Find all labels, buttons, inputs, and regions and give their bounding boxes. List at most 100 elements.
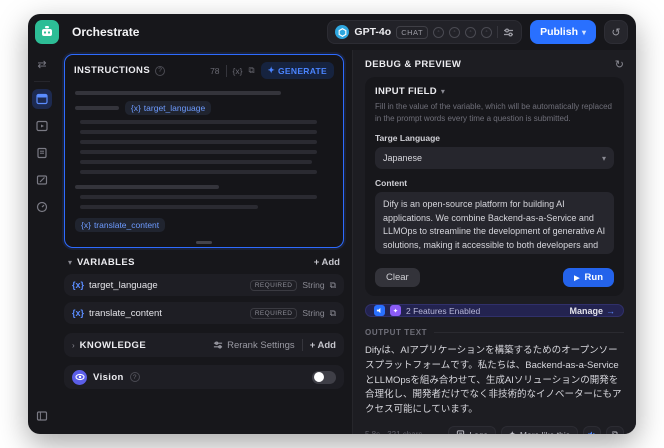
top-bar: Orchestrate GPT-4o CHAT ◦ ◦ ◦ ◦ Publish …	[28, 14, 636, 50]
text-to-speech-button[interactable]	[583, 425, 601, 434]
model-name: GPT-4o	[354, 26, 392, 38]
features-enabled-bar: ✦ 2 Features Enabled Manage →	[365, 304, 624, 318]
sidebar-item-orchestrate[interactable]	[32, 89, 52, 109]
capability-icon-4: ◦	[481, 26, 493, 38]
add-variable-button[interactable]: + Add	[314, 257, 340, 268]
add-knowledge-button[interactable]: + Add	[310, 340, 336, 351]
more-like-this-feature-icon: ✦	[390, 305, 401, 317]
variable-row-target-language[interactable]: {x} target_language REQUIRED String ⧉	[64, 274, 344, 296]
target-language-select[interactable]: Japanese ▾	[375, 147, 614, 170]
app-logo-robot-icon[interactable]	[35, 20, 59, 44]
prompt-editor[interactable]: {x} target_language {x} translate_conten…	[65, 83, 343, 247]
redacted-text-line	[80, 140, 318, 144]
copy-icon[interactable]: ⧉	[248, 65, 254, 76]
char-count: 78	[210, 65, 220, 76]
vision-title: Vision	[93, 371, 124, 383]
variable-type: String	[302, 280, 325, 290]
redacted-text-line	[80, 160, 313, 164]
model-selector[interactable]: GPT-4o CHAT ◦ ◦ ◦ ◦	[327, 20, 523, 44]
variables-title: VARIABLES	[77, 257, 135, 268]
braces-icon: {x}	[81, 220, 91, 230]
variable-type: String	[302, 308, 325, 318]
required-badge: REQUIRED	[249, 307, 298, 319]
input-field-description: Fill in the value of the variable, which…	[375, 102, 613, 123]
selected-language: Japanese	[383, 153, 423, 164]
variable-chip-translate-content[interactable]: {x} translate_content	[75, 218, 166, 232]
play-icon: ▶	[574, 274, 580, 282]
sidebar-item-preview[interactable]	[32, 116, 52, 136]
variable-settings-icon[interactable]: ⧉	[330, 308, 336, 319]
run-label: Run	[584, 272, 603, 284]
help-icon: ?	[155, 65, 166, 76]
knowledge-section[interactable]: › KNOWLEDGE Rerank Settings + Add	[64, 333, 344, 357]
content-textarea[interactable]: Dify is an open-source platform for buil…	[375, 192, 614, 255]
redacted-text-line	[80, 195, 318, 199]
run-button[interactable]: ▶ Run	[563, 268, 614, 288]
sidebar-item-monitoring[interactable]	[32, 197, 52, 217]
logs-button[interactable]: Logs	[448, 426, 496, 434]
divider	[434, 332, 624, 334]
arrow-right-icon: →	[606, 305, 615, 316]
switch-app-icon[interactable]: ⇄	[32, 54, 52, 74]
redacted-text-line	[80, 150, 318, 154]
features-enabled-text: 2 Features Enabled	[406, 305, 481, 316]
manage-label: Manage	[569, 305, 603, 316]
redacted-text-line	[80, 120, 318, 124]
publish-button[interactable]: Publish ▾	[530, 20, 596, 44]
redacted-text-line	[75, 91, 282, 95]
collapse-sidebar-icon[interactable]	[32, 406, 52, 426]
knowledge-title: KNOWLEDGE	[79, 339, 147, 351]
manage-features-button[interactable]: Manage →	[569, 306, 615, 316]
redacted-text-line	[75, 185, 220, 189]
content-label: Content	[375, 178, 408, 189]
vision-toggle[interactable]	[312, 370, 336, 384]
capability-icon-1: ◦	[433, 26, 445, 38]
instructions-panel: INSTRUCTIONS ? 78 {x} ⧉ ✦ GENERATE {x} t…	[64, 54, 344, 248]
sidebar-item-logs[interactable]	[32, 143, 52, 163]
copy-output-button[interactable]: ⧉	[606, 425, 624, 434]
variable-settings-icon[interactable]: ⧉	[330, 280, 336, 291]
logs-label: Logs	[469, 430, 487, 434]
divider	[497, 26, 499, 38]
orchestrate-column: INSTRUCTIONS ? 78 {x} ⧉ ✦ GENERATE {x} t…	[56, 50, 352, 434]
input-field-card: INPUT FIELD ▾ Fill in the value of the v…	[365, 77, 624, 297]
insert-variable-icon[interactable]: {x}	[233, 66, 243, 76]
chevron-right-icon[interactable]: ›	[72, 341, 75, 350]
chevron-down-icon: ▾	[440, 87, 446, 96]
debug-header: DEBUG & PREVIEW ↻	[365, 58, 624, 71]
generate-label: GENERATE	[278, 65, 327, 76]
variable-name: target_language	[89, 279, 158, 291]
generate-button[interactable]: ✦ GENERATE	[260, 62, 334, 79]
input-field-header[interactable]: INPUT FIELD ▾	[375, 86, 614, 97]
debug-preview-panel: DEBUG & PREVIEW ↻ INPUT FIELD ▾ Fill in …	[352, 50, 636, 434]
rerank-settings-button[interactable]: Rerank Settings	[213, 340, 295, 351]
speaker-icon	[588, 431, 595, 434]
refresh-icon[interactable]: ↻	[615, 58, 624, 71]
sliders-icon	[214, 341, 223, 349]
variable-chip-label: target_language	[143, 103, 206, 113]
eye-icon	[72, 369, 87, 385]
instructions-header: INSTRUCTIONS ? 78 {x} ⧉ ✦ GENERATE	[65, 55, 343, 83]
help-icon: ?	[129, 372, 140, 382]
version-history-button[interactable]: ↺	[604, 20, 628, 44]
redacted-text-line	[80, 205, 259, 209]
sidebar-item-annotation[interactable]	[32, 170, 52, 190]
model-params-sliders-icon[interactable]	[503, 27, 514, 38]
variable-row-translate-content[interactable]: {x} translate_content REQUIRED String ⧉	[64, 302, 344, 324]
rerank-settings-label: Rerank Settings	[227, 339, 295, 351]
resize-handle[interactable]	[196, 241, 212, 244]
clear-button[interactable]: Clear	[375, 268, 420, 288]
sparkle-icon: ✦	[509, 429, 516, 434]
page-title: Orchestrate	[72, 25, 140, 39]
braces-icon: {x}	[130, 103, 141, 113]
variable-chip-target-language[interactable]: {x} target_language	[124, 101, 212, 115]
more-like-this-label: More like this	[520, 430, 570, 434]
input-field-title: INPUT FIELD	[375, 86, 437, 97]
braces-icon: {x}	[72, 280, 85, 290]
more-like-this-button[interactable]: ✦ More like this	[500, 425, 578, 434]
vision-section: Vision ?	[64, 365, 344, 389]
variable-chip-label: translate_content	[93, 220, 160, 230]
chevron-down-icon[interactable]: ▾	[68, 258, 72, 267]
publish-label: Publish	[540, 26, 578, 38]
variable-name: translate_content	[89, 307, 162, 319]
